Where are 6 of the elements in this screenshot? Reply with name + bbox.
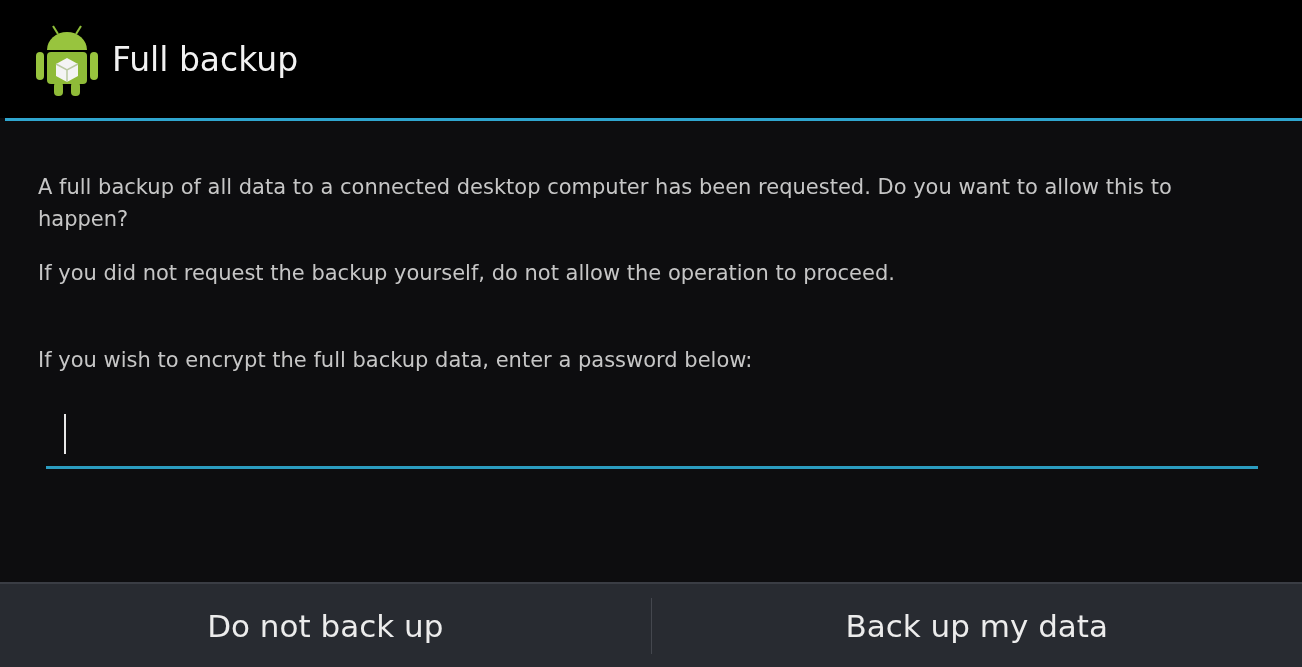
dialog-title: Full backup [112, 39, 299, 79]
dialog-button[interactable]: Do not back up [0, 584, 651, 667]
message-text: If you wish to encrypt the full backup data, enter a password below: [38, 347, 754, 374]
dialog-button[interactable]: Back up my data [651, 584, 1302, 667]
message-text: If you did not request the backup yourself, do not allow the operation to proceed. [38, 260, 896, 287]
message-text: A full backup of all data to a connected desktop computer has been requested. Do you want to allow this to happen? [38, 174, 1173, 233]
